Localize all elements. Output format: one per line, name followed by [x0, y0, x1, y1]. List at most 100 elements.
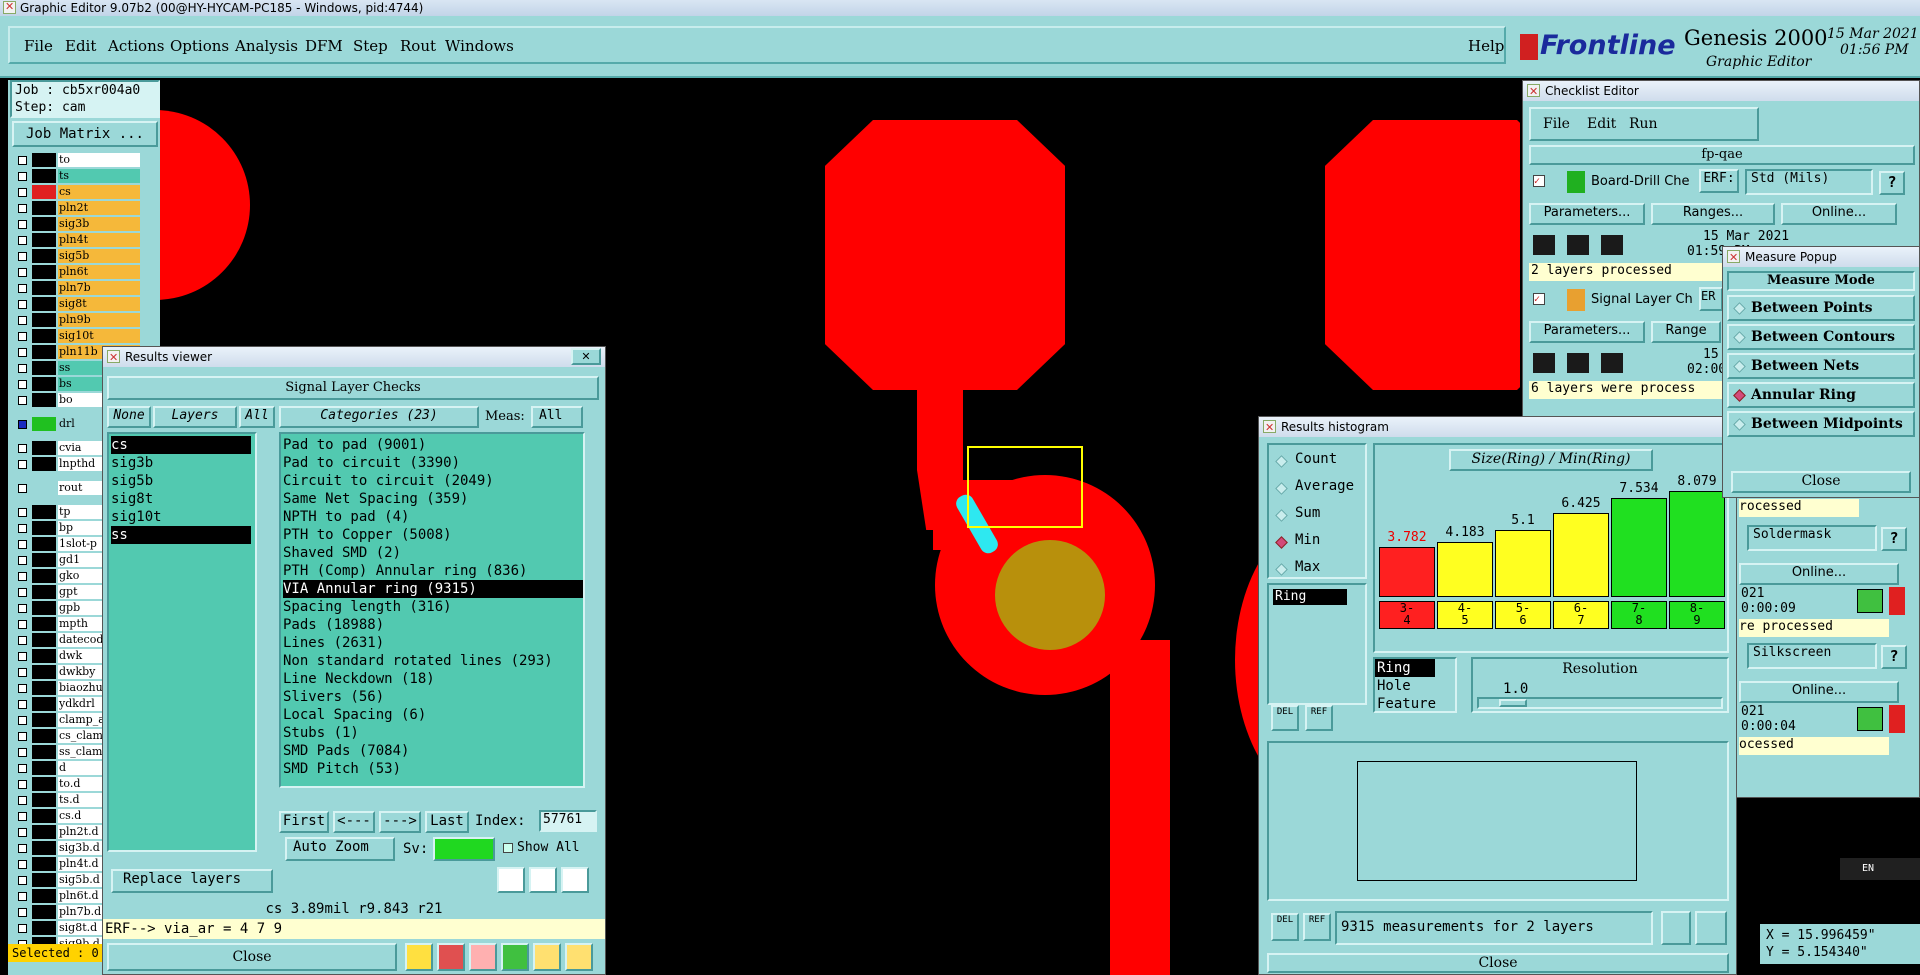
stat-sum[interactable]: Sum [1295, 505, 1320, 521]
category-item[interactable]: Local Spacing (6) [283, 706, 583, 724]
layer-cs[interactable]: cs [58, 185, 140, 199]
check-2-erf-button[interactable]: ER [1699, 287, 1723, 311]
menu-edit[interactable]: Edit [65, 37, 96, 55]
layer-checkbox[interactable] [18, 420, 27, 429]
category-item[interactable]: Spacing length (316) [283, 598, 583, 616]
zoom-icon[interactable] [1857, 589, 1883, 613]
param-hole[interactable]: Hole [1375, 677, 1455, 695]
zoom-dropdown[interactable]: Auto Zoom [285, 837, 395, 861]
menu-help[interactable]: Help [1468, 37, 1504, 55]
rv-layer-item[interactable]: sig5b [111, 472, 251, 490]
tool-icon-3[interactable] [469, 943, 497, 971]
layer-checkbox[interactable] [18, 540, 27, 549]
category-item[interactable]: Non standard rotated lines (293) [283, 652, 583, 670]
layer-sig8t[interactable]: sig8t [58, 297, 140, 311]
meas-dropdown[interactable]: All [531, 406, 583, 428]
layer-checkbox[interactable] [18, 364, 27, 373]
layer-checkbox[interactable] [18, 316, 27, 325]
layer-checkbox[interactable] [18, 780, 27, 789]
last-button[interactable]: Last [425, 811, 469, 833]
layer-checkbox[interactable] [18, 700, 27, 709]
stat-radio[interactable] [1275, 509, 1288, 522]
stat-radio[interactable] [1275, 455, 1288, 468]
rv-layer-item[interactable]: sig8t [111, 490, 251, 508]
layer-checkbox[interactable] [18, 764, 27, 773]
replace-layers-dropdown[interactable]: Replace layers [111, 869, 273, 893]
stat-radio[interactable] [1275, 482, 1288, 495]
menu-dfm[interactable]: DFM [305, 37, 343, 55]
category-item[interactable]: NPTH to pad (4) [283, 508, 583, 526]
help-icon-3[interactable]: ? [1881, 645, 1907, 669]
none-button[interactable]: None [107, 406, 151, 428]
layer-checkbox[interactable] [18, 444, 27, 453]
ring-listbox[interactable]: Ring [1267, 583, 1367, 705]
measure-option[interactable]: Between Contours [1727, 324, 1915, 350]
check-1-label[interactable]: Board-Drill Che [1591, 174, 1690, 189]
histogram-icon[interactable] [565, 943, 593, 971]
layer-checkbox[interactable] [18, 220, 27, 229]
layer-checkbox[interactable] [18, 588, 27, 597]
run-icon-6[interactable] [1599, 351, 1625, 375]
category-item[interactable]: Stubs (1) [283, 724, 583, 742]
category-item[interactable]: Slivers (56) [283, 688, 583, 706]
checklist-menu-edit[interactable]: Edit [1587, 116, 1616, 132]
menu-actions[interactable]: Actions [108, 37, 164, 55]
stat-max[interactable]: Max [1295, 559, 1320, 575]
category-item[interactable]: SMD Pitch (53) [283, 760, 583, 778]
measure-radio[interactable] [1733, 302, 1746, 315]
menu-analysis[interactable]: Analysis [235, 37, 298, 55]
layer-checkbox[interactable] [18, 348, 27, 357]
layer-pln6t[interactable]: pln6t [58, 265, 140, 279]
tool-icon-1[interactable] [405, 943, 433, 971]
run-icon-2[interactable] [1565, 233, 1591, 257]
layer-ts[interactable]: ts [58, 169, 140, 183]
layer-checkbox[interactable] [18, 188, 27, 197]
language-indicator[interactable]: EN [1840, 858, 1920, 880]
histogram-close-button[interactable]: Close [1267, 953, 1729, 973]
tool-icon-4[interactable] [501, 943, 529, 971]
run-icon-4[interactable] [1531, 351, 1557, 375]
layer-sig3b[interactable]: sig3b [58, 217, 140, 231]
param-list[interactable]: Ring Hole Feature [1373, 657, 1457, 713]
check-2-ranges-button[interactable]: Range [1651, 321, 1721, 343]
layer-checkbox[interactable] [18, 572, 27, 581]
category-item[interactable]: PTH (Comp) Annular ring (836) [283, 562, 583, 580]
layer-checkbox[interactable] [18, 732, 27, 741]
layer-pln4t[interactable]: pln4t [58, 233, 140, 247]
category-item[interactable]: Same Net Spacing (359) [283, 490, 583, 508]
tool-icon-5[interactable] [533, 943, 561, 971]
layers-button[interactable]: Layers [153, 406, 237, 428]
layer-checkbox[interactable] [18, 684, 27, 693]
layer-checkbox[interactable] [18, 892, 27, 901]
check-1-online-button[interactable]: Online... [1781, 203, 1897, 225]
refresh-icon[interactable] [529, 867, 557, 893]
close-icon[interactable]: ✕ [571, 348, 601, 365]
stat-min[interactable]: Min [1295, 532, 1320, 548]
undo-icon[interactable] [561, 867, 589, 893]
measure-radio[interactable] [1733, 418, 1746, 431]
rv-layer-item[interactable]: sig10t [111, 508, 251, 526]
layer-checkbox[interactable] [18, 556, 27, 565]
category-item[interactable]: Circuit to circuit (2049) [283, 472, 583, 490]
check-2-label[interactable]: Signal Layer Ch [1591, 292, 1693, 307]
layer-checkbox[interactable] [18, 460, 27, 469]
delete-icon[interactable] [497, 867, 525, 893]
tool-icon-2[interactable] [437, 943, 465, 971]
erf-button[interactable]: ERF: [1699, 169, 1739, 193]
measure-option[interactable]: Between Nets [1727, 353, 1915, 379]
run-icon-5[interactable] [1565, 351, 1591, 375]
hist-delete-icon-2[interactable]: DEL [1271, 913, 1299, 941]
layer-checkbox[interactable] [18, 380, 27, 389]
silkscreen-field[interactable]: Silkscreen [1747, 643, 1877, 669]
next-button[interactable]: ---> [379, 811, 421, 833]
layer-checkbox[interactable] [18, 156, 27, 165]
histogram-bar[interactable] [1495, 530, 1551, 597]
checklist-menu-file[interactable]: File [1543, 116, 1570, 132]
soldermask-field[interactable]: Soldermask [1747, 525, 1877, 551]
zoom-icon-2[interactable] [1857, 707, 1883, 731]
layer-checkbox[interactable] [18, 652, 27, 661]
layer-checkbox[interactable] [18, 484, 27, 493]
category-item[interactable]: VIA Annular ring (9315) [283, 580, 583, 598]
layer-pln7b[interactable]: pln7b [58, 281, 140, 295]
layer-checkbox[interactable] [18, 620, 27, 629]
